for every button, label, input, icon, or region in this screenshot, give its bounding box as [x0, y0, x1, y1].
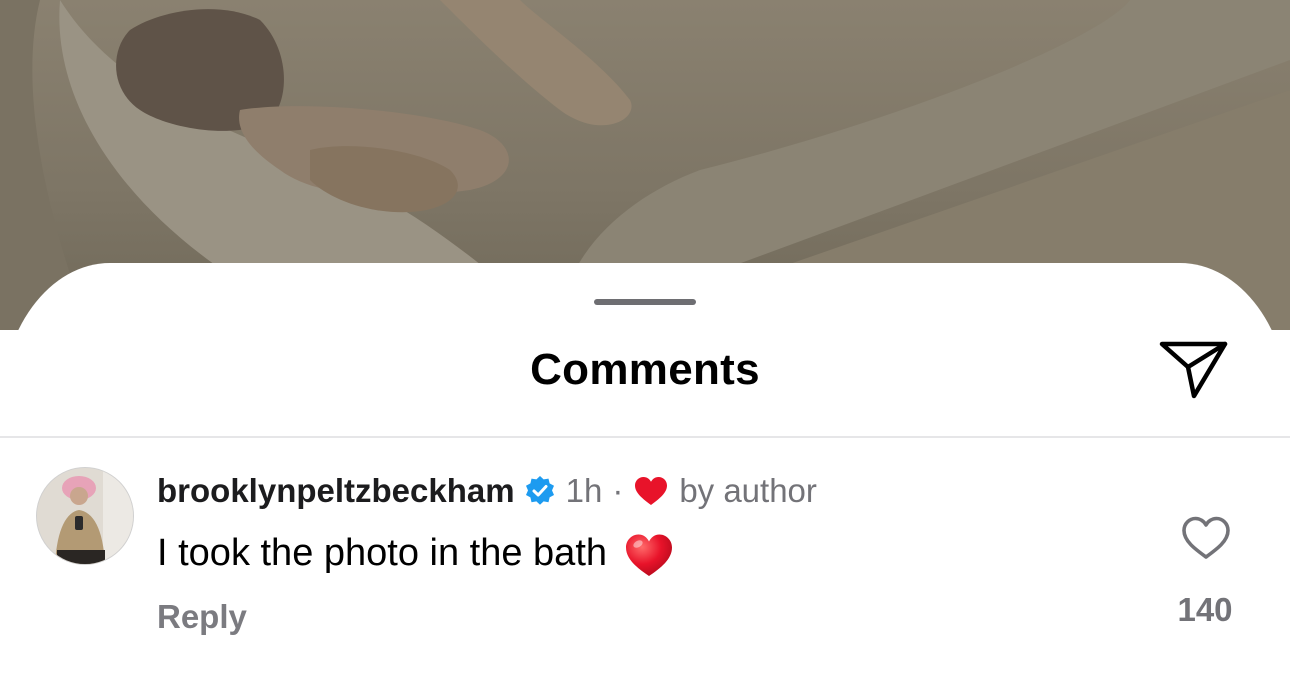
red-heart-icon	[626, 534, 673, 576]
heart-icon	[635, 477, 668, 505]
header-divider	[0, 436, 1290, 438]
heart-outline-icon[interactable]	[1180, 515, 1232, 561]
liked-by-author-label: by author	[679, 472, 817, 509]
sheet-grabber-handle[interactable]	[594, 299, 696, 305]
reply-button[interactable]: Reply	[157, 598, 247, 636]
paper-plane-icon[interactable]	[1158, 339, 1230, 401]
meta-separator: ·	[612, 472, 624, 509]
comment-text: I took the photo in the bath	[157, 531, 608, 574]
comments-screen: Comments brooklynpeltzbeckham 1h · by au…	[0, 0, 1290, 677]
avatar[interactable]	[36, 467, 134, 565]
sheet-title: Comments	[530, 345, 760, 394]
comments-sheet: Comments brooklynpeltzbeckham 1h · by au…	[0, 263, 1290, 677]
comment-username[interactable]: brooklynpeltzbeckham	[157, 472, 515, 510]
verified-badge-icon	[525, 476, 554, 505]
comment-timestamp: 1h	[565, 472, 603, 509]
comment-header: brooklynpeltzbeckham 1h · by author	[157, 470, 817, 512]
comment-body: I took the photo in the bath	[157, 527, 675, 579]
like-count: 140	[1177, 591, 1233, 628]
